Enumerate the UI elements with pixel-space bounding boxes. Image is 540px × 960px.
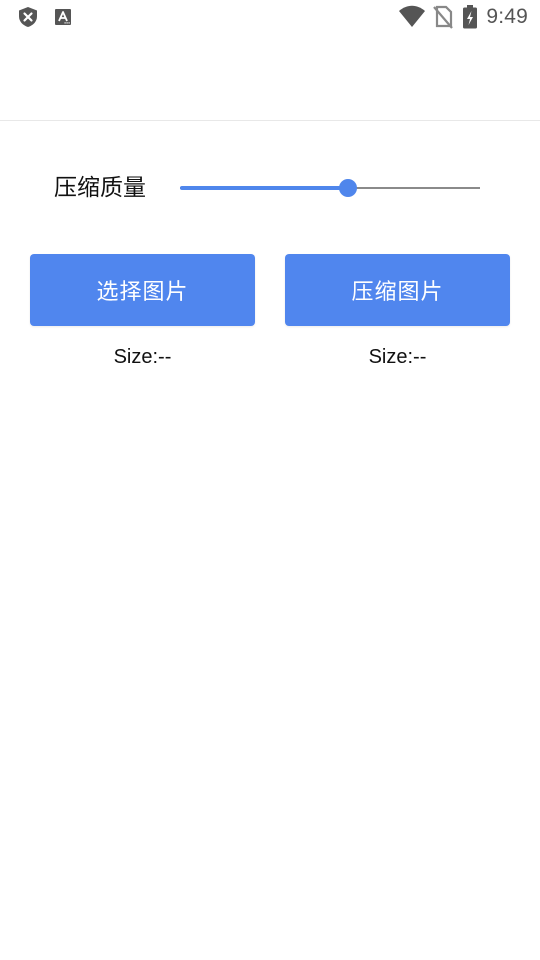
status-bar-left [17, 6, 74, 28]
quality-label: 压缩质量 [54, 175, 146, 201]
select-image-button[interactable]: 选择图片 [30, 254, 255, 326]
text-a-icon [52, 6, 74, 28]
quality-slider[interactable] [180, 176, 480, 200]
shield-close-icon [17, 6, 39, 28]
slider-thumb[interactable] [339, 179, 357, 197]
app-screen: 9:49 压缩质量 选择图片 压缩图片 Size:-- Size:-- [0, 0, 540, 960]
compressed-size-label: Size:-- [368, 346, 427, 368]
status-bar-right: 9:49 [398, 4, 528, 30]
status-bar: 9:49 [0, 0, 540, 36]
original-size-label: Size:-- [113, 346, 172, 368]
app-bar [0, 36, 540, 121]
no-sim-icon [432, 4, 454, 30]
slider-fill [180, 186, 348, 190]
compress-image-button[interactable]: 压缩图片 [285, 254, 510, 326]
battery-charging-icon [462, 4, 478, 30]
status-time: 9:49 [486, 5, 528, 28]
wifi-icon [398, 4, 426, 30]
